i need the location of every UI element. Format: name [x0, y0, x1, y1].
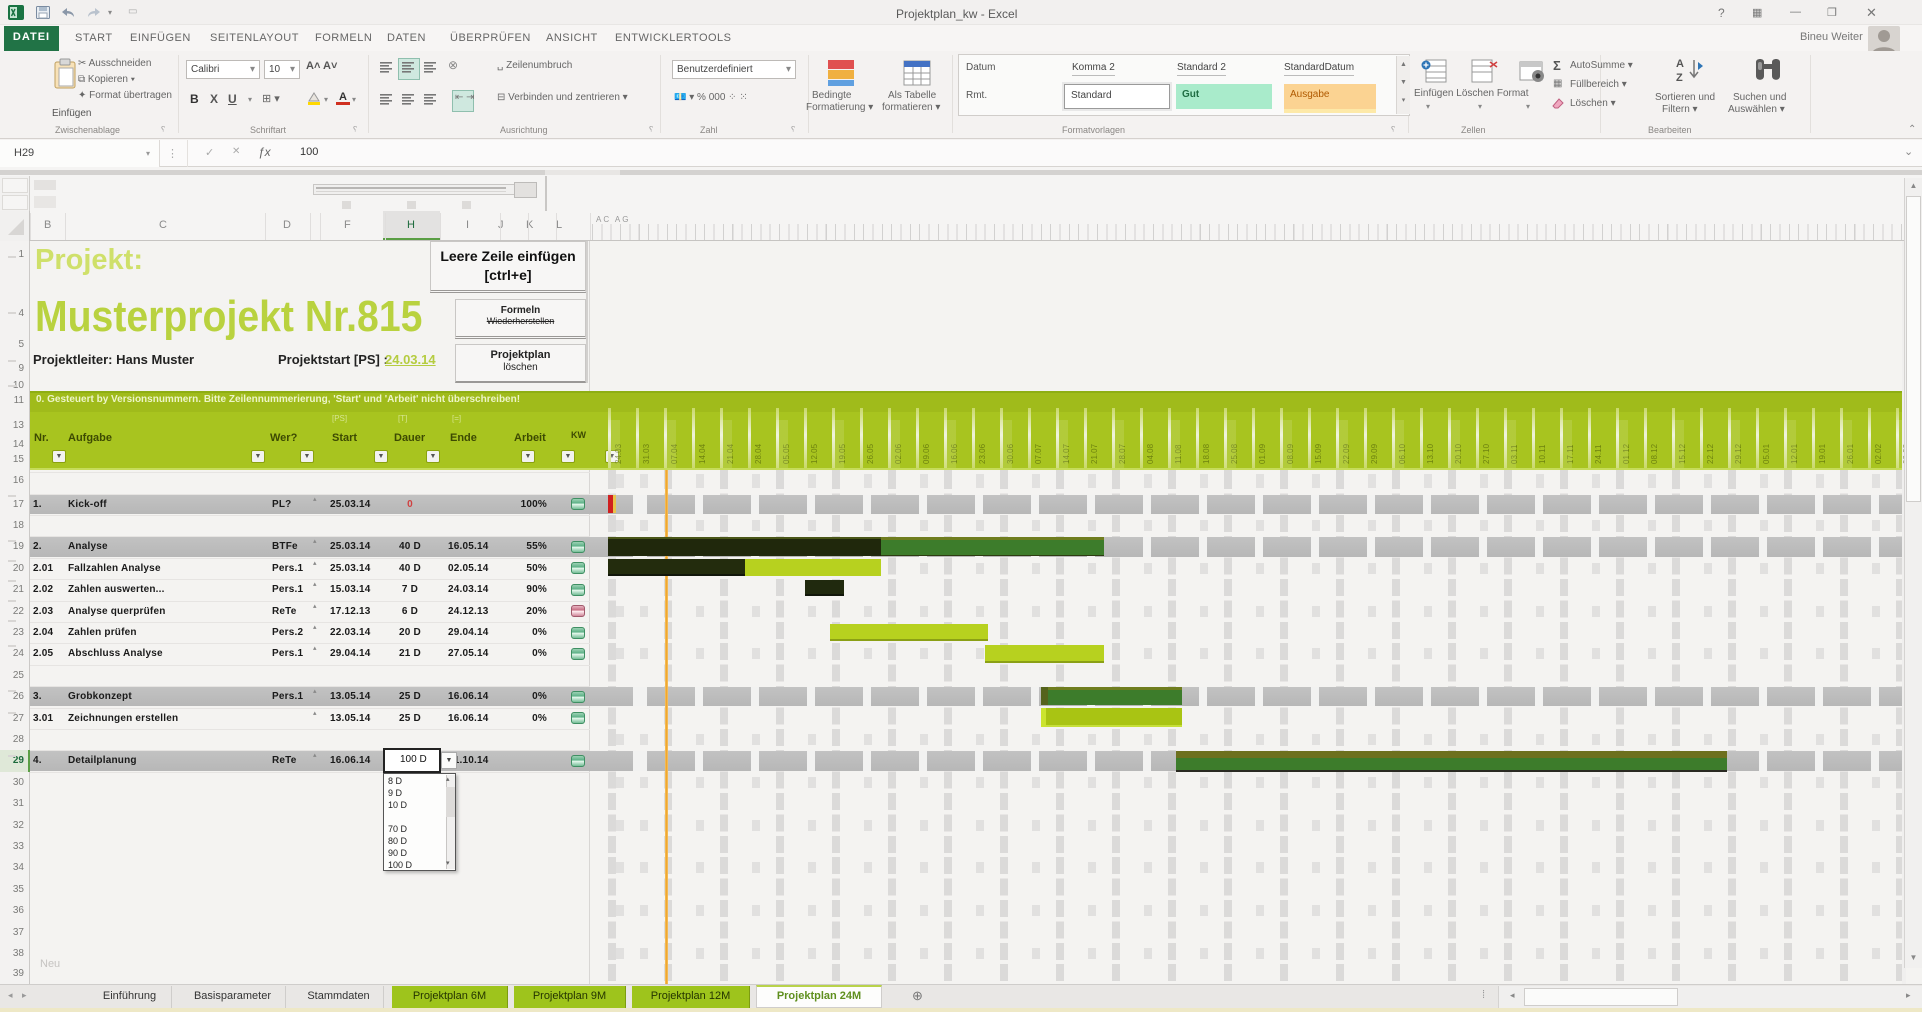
svg-text:Z: Z [1676, 72, 1683, 84]
svg-text:A: A [1676, 58, 1684, 70]
